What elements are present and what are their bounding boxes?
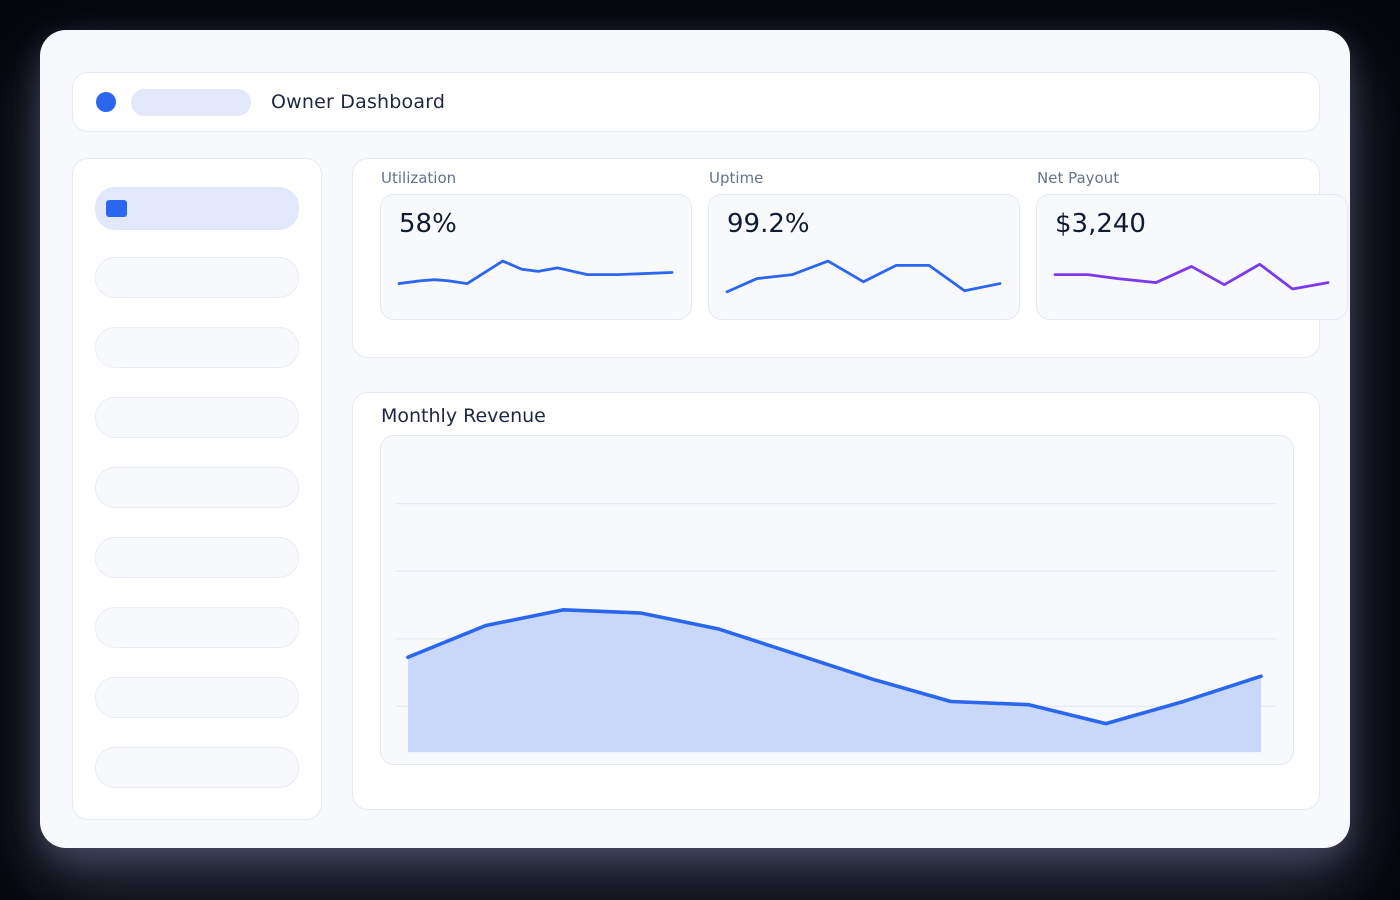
sidebar-item[interactable] xyxy=(95,257,299,298)
header-bar: Owner Dashboard xyxy=(72,72,1320,132)
stat-card: 99.2% xyxy=(708,194,1020,320)
stat-card: 58% xyxy=(380,194,692,320)
sidebar-item[interactable] xyxy=(95,537,299,578)
stats-row: Utilization 58% Uptime 99.2% Net Payout … xyxy=(380,169,1292,320)
sidebar-item[interactable] xyxy=(95,467,299,508)
stat-uptime: Uptime 99.2% xyxy=(708,169,1020,320)
revenue-title: Monthly Revenue xyxy=(381,405,1292,427)
sidebar-item[interactable] xyxy=(95,397,299,438)
sidebar-item[interactable] xyxy=(95,747,299,788)
stat-value: 58% xyxy=(399,209,457,239)
stat-value: 99.2% xyxy=(727,209,810,239)
stats-section: Utilization 58% Uptime 99.2% Net Payout … xyxy=(352,158,1320,358)
revenue-section: Monthly Revenue xyxy=(352,392,1320,810)
uptime-sparkline xyxy=(725,255,1002,295)
brand-dot-icon xyxy=(96,92,116,112)
stat-card: $3,240 xyxy=(1036,194,1348,320)
stat-utilization: Utilization 58% xyxy=(380,169,692,320)
sidebar-item-active[interactable] xyxy=(95,187,299,230)
brand-placeholder-pill xyxy=(131,89,251,116)
stat-value: $3,240 xyxy=(1055,209,1146,239)
utilization-sparkline xyxy=(397,255,674,295)
stat-net-payout: Net Payout $3,240 xyxy=(1036,169,1348,320)
revenue-chart-card xyxy=(380,435,1294,765)
active-item-marker-icon xyxy=(106,200,127,217)
net-payout-sparkline xyxy=(1053,255,1330,295)
page-title: Owner Dashboard xyxy=(271,91,445,113)
stat-label: Net Payout xyxy=(1037,169,1348,187)
monthly-revenue-chart xyxy=(381,436,1293,764)
sidebar-item[interactable] xyxy=(95,327,299,368)
stat-label: Uptime xyxy=(709,169,1020,187)
app-window: Owner Dashboard Utilization 58% Uptime xyxy=(40,30,1350,848)
sidebar-item[interactable] xyxy=(95,677,299,718)
sidebar-item[interactable] xyxy=(95,607,299,648)
stat-label: Utilization xyxy=(381,169,692,187)
sidebar xyxy=(72,158,322,820)
